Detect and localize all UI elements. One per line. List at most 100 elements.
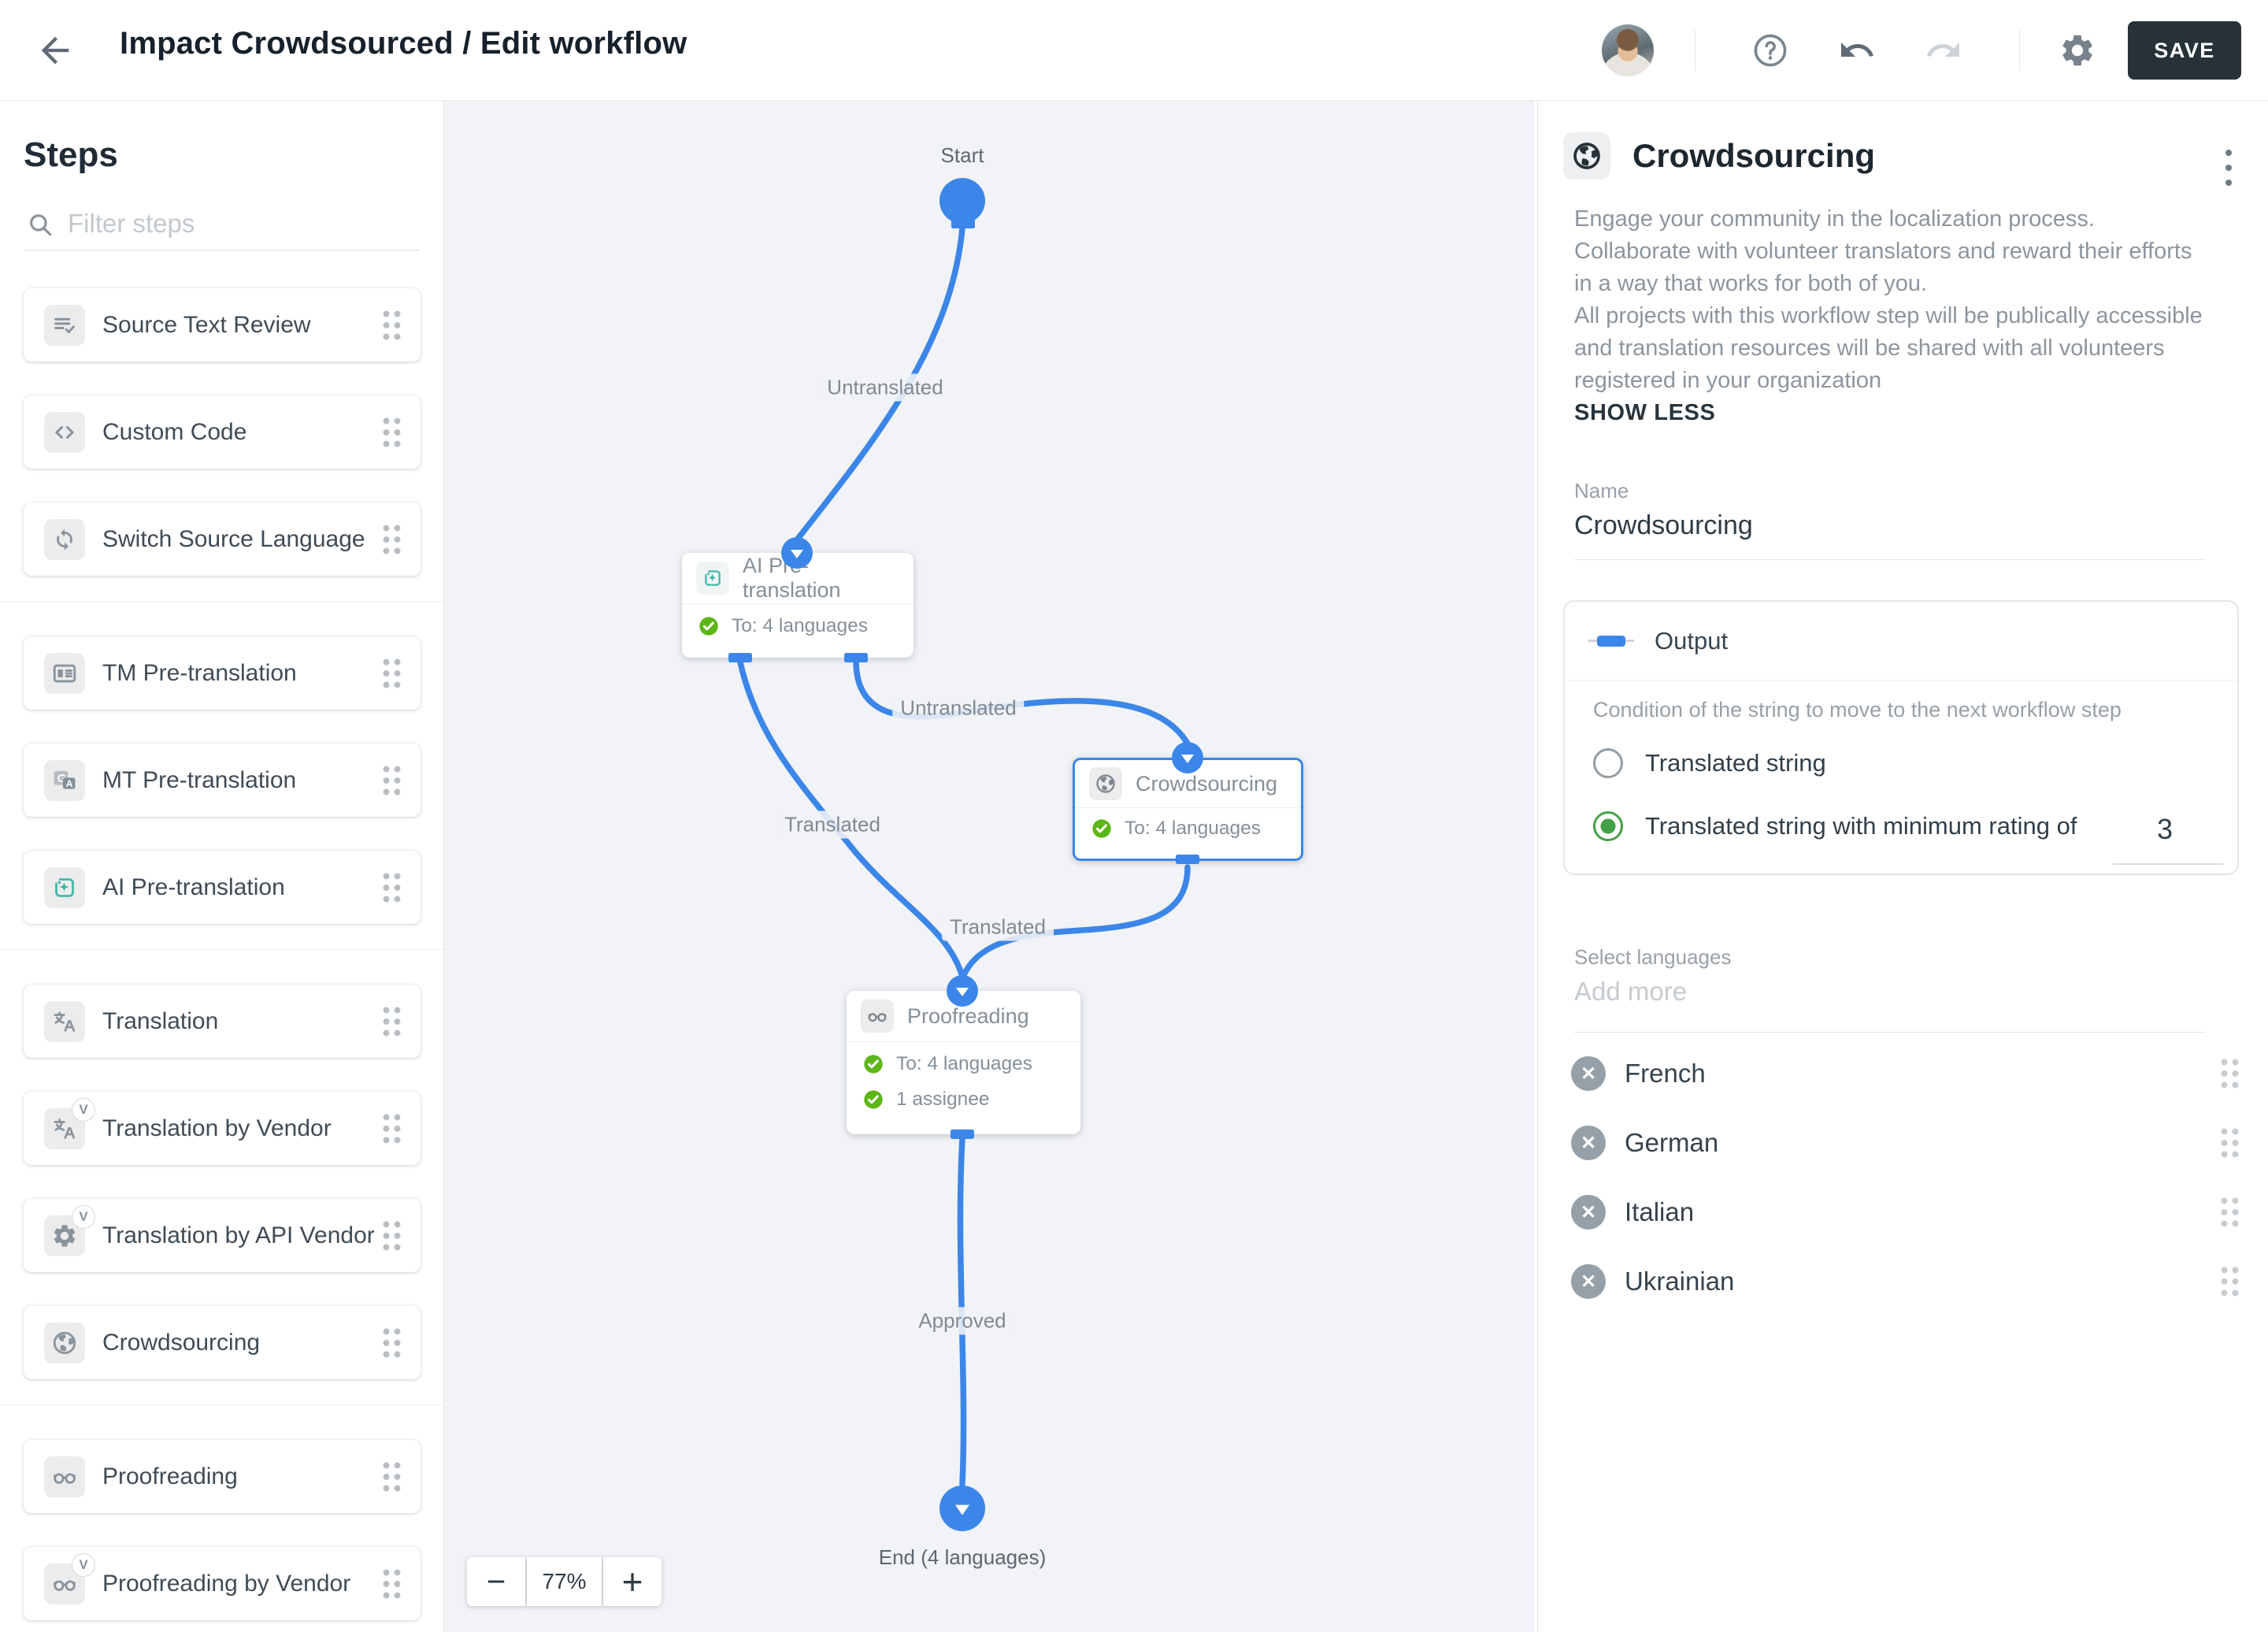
drag-handle-icon[interactable]	[382, 1219, 403, 1252]
drag-handle-icon[interactable]	[382, 416, 403, 448]
drag-handle-icon[interactable]	[2220, 1266, 2241, 1297]
step-card-switch-source-language[interactable]: Switch Source Language	[24, 503, 421, 576]
drag-handle-icon[interactable]	[2220, 1127, 2241, 1159]
workflow-canvas[interactable]: Start Untranslated Untranslated Translat…	[444, 101, 1534, 1632]
remove-language-icon[interactable]: ✕	[1571, 1264, 1606, 1299]
step-card-translation[interactable]: Translation	[24, 985, 421, 1058]
radio-unselected-icon[interactable]	[1593, 748, 1623, 778]
zoom-level: 77%	[527, 1557, 602, 1606]
step-label: Translation by Vendor	[102, 1115, 332, 1141]
start-output-port[interactable]	[951, 219, 975, 228]
input-underline	[1574, 559, 2206, 560]
redo-icon[interactable]	[1925, 32, 1962, 69]
language-row-french: ✕ French	[1538, 1039, 2268, 1108]
globe-icon	[44, 1322, 85, 1363]
avatar[interactable]	[1602, 24, 1654, 76]
drag-handle-icon[interactable]	[382, 1005, 403, 1037]
crowdsourcing-output-port[interactable]	[1176, 855, 1199, 864]
step-card-custom-code[interactable]: Custom Code	[24, 395, 421, 469]
back-arrow-icon[interactable]	[35, 30, 76, 71]
language-name: Ukrainian	[1625, 1267, 1735, 1296]
step-card-crowdsourcing[interactable]: Crowdsourcing	[24, 1306, 421, 1379]
output-card: Output Condition of the string to move t…	[1563, 600, 2239, 875]
edge-label-translated: Translated	[776, 810, 888, 839]
step-card-proofreading[interactable]: Proofreading	[24, 1440, 421, 1513]
tm-pretranslation-icon	[44, 652, 85, 694]
proofreading-node[interactable]: Proofreading To: 4 languages 1 assignee	[847, 991, 1080, 1134]
translate-icon	[44, 1000, 85, 1042]
add-language-input[interactable]	[1574, 977, 2204, 1007]
step-card-ai-pre-translation[interactable]: AI Pre-translation	[24, 851, 421, 924]
step-card-tm-pre-translation[interactable]: TM Pre-translation	[24, 636, 421, 710]
step-label: Proofreading by Vendor	[102, 1570, 351, 1597]
crowdsourcing-node-entry-arrow[interactable]	[1172, 742, 1203, 773]
steps-sidebar: Steps Source Text Review Custom Code Switc…	[0, 101, 444, 1632]
save-button[interactable]: SAVE	[2128, 21, 2241, 80]
drag-handle-icon[interactable]	[382, 871, 403, 903]
drag-handle-icon[interactable]	[382, 1326, 403, 1359]
ai-output-port-untranslated[interactable]	[844, 653, 868, 662]
step-card-translation-by-api-vendor[interactable]: V Translation by API Vendor	[24, 1199, 421, 1272]
step-card-proofreading-by-vendor[interactable]: V Proofreading by Vendor	[24, 1547, 421, 1620]
undo-icon[interactable]	[1838, 32, 1876, 69]
edge-label-translated: Translated	[942, 913, 1054, 941]
step-label: Crowdsourcing	[102, 1329, 261, 1356]
section-divider	[0, 1404, 443, 1405]
drag-handle-icon[interactable]	[382, 309, 403, 341]
step-card-translation-by-vendor[interactable]: V Translation by Vendor	[24, 1092, 421, 1165]
end-node[interactable]	[939, 1485, 985, 1531]
drag-handle-icon[interactable]	[382, 657, 403, 689]
remove-language-icon[interactable]: ✕	[1571, 1126, 1606, 1160]
crowdsourcing-globe-icon	[1089, 767, 1122, 800]
step-card-mt-pre-translation[interactable]: G A MT Pre-translation	[24, 744, 421, 817]
node-detail: To: 4 languages	[732, 614, 868, 636]
step-label: MT Pre-translation	[102, 766, 297, 793]
ai-output-port-translated[interactable]	[728, 653, 752, 662]
proofreading-node-entry-arrow[interactable]	[947, 975, 978, 1007]
filter-steps-field	[24, 203, 420, 250]
drag-handle-icon[interactable]	[382, 1460, 403, 1493]
gear-icon: V	[44, 1204, 95, 1256]
filter-steps-input[interactable]	[68, 203, 414, 244]
language-row-italian: ✕ Italian	[1538, 1178, 2268, 1247]
glasses-icon: V	[44, 1552, 95, 1604]
step-card-source-text-review[interactable]: Source Text Review	[24, 288, 421, 362]
ai-node-entry-arrow[interactable]	[781, 537, 813, 569]
radio-label: Translated string	[1645, 749, 1826, 777]
radio-option-translated-string[interactable]: Translated string	[1593, 748, 1826, 778]
language-row-german: ✕ German	[1538, 1108, 2268, 1178]
show-less-link[interactable]: SHOW LESS	[1574, 400, 1715, 426]
step-settings-panel: Crowdsourcing Engage your community in t…	[1537, 101, 2268, 1632]
step-label: Proofreading	[102, 1463, 238, 1489]
vendor-badge: V	[72, 1552, 95, 1577]
drag-handle-icon[interactable]	[2220, 1196, 2241, 1228]
drag-handle-icon[interactable]	[382, 1112, 403, 1144]
drag-handle-icon[interactable]	[382, 764, 403, 796]
zoom-in-button[interactable]: +	[603, 1557, 662, 1606]
selected-languages-list: ✕ French ✕ German ✕ Italian ✕ Ukrainian	[1538, 1039, 2268, 1316]
drag-handle-icon[interactable]	[2220, 1058, 2241, 1089]
kebab-menu-icon[interactable]	[2217, 150, 2240, 205]
step-label: Translation	[102, 1007, 219, 1034]
svg-text:A: A	[66, 777, 73, 788]
source-text-review-icon	[44, 304, 85, 346]
radio-selected-icon[interactable]	[1593, 811, 1623, 841]
remove-language-icon[interactable]: ✕	[1571, 1056, 1606, 1091]
glasses-icon	[44, 1456, 85, 1497]
name-input[interactable]	[1574, 510, 2204, 541]
zoom-out-button[interactable]: −	[467, 1557, 525, 1606]
step-label: Source Text Review	[102, 311, 311, 338]
minimum-rating-input[interactable]	[2111, 813, 2218, 846]
condition-label: Condition of the string to move to the n…	[1593, 698, 2122, 721]
help-icon[interactable]	[1751, 32, 1789, 69]
remove-language-icon[interactable]: ✕	[1571, 1195, 1606, 1230]
node-title: AI Pre-translation	[743, 554, 841, 602]
start-node[interactable]	[939, 178, 985, 224]
proofreading-output-port[interactable]	[951, 1129, 974, 1139]
drag-handle-icon[interactable]	[382, 523, 403, 555]
radio-option-minimum-rating[interactable]: Translated string with minimum rating of	[1593, 811, 2077, 841]
steps-list: Source Text Review Custom Code Switch Sour…	[0, 287, 443, 1632]
drag-handle-icon[interactable]	[382, 1567, 403, 1600]
output-card-header: Output	[1565, 602, 2237, 681]
settings-gear-icon[interactable]	[2059, 32, 2096, 69]
